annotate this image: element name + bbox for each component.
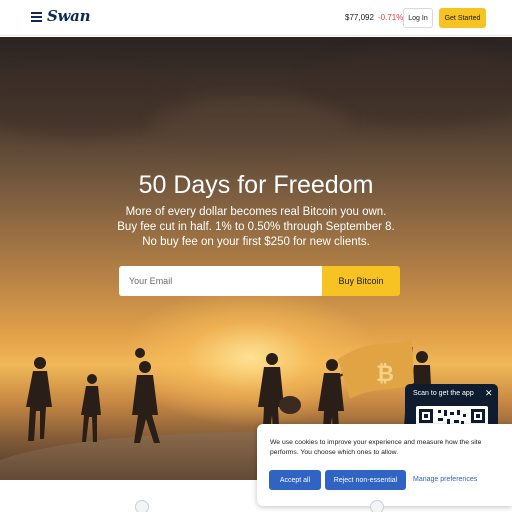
scan-label: Scan to get the app [413,390,474,397]
manage-preferences-link[interactable]: Manage preferences [413,476,477,483]
cookie-banner: We use cookies to improve your experienc… [257,424,512,506]
email-input[interactable] [119,266,322,296]
btc-price: $77,092 [345,13,374,22]
get-started-button[interactable]: Get Started [439,8,486,28]
hamburger-menu-icon[interactable] [31,12,42,23]
site-header: Swan $77,092 -0.71% Log In Get Started [0,0,512,36]
shield-icon [370,500,384,512]
btc-price-change: -0.71% [378,13,404,22]
accept-all-button[interactable]: Accept all [269,470,321,490]
buy-bitcoin-button[interactable]: Buy Bitcoin [322,266,400,296]
swan-logo[interactable]: Swan [47,7,90,25]
cloud-shape [150,97,350,147]
hero-subtitle-line: More of every dollar becomes real Bitcoi… [125,206,387,218]
feature-icon [135,500,149,512]
hero-subtitle-line: Buy fee cut in half. 1% to 0.50% through… [117,221,395,233]
reject-non-essential-button[interactable]: Reject non-essential [325,470,406,490]
cookie-message: We use cookies to improve your experienc… [270,439,482,456]
close-icon[interactable]: ✕ [485,388,493,399]
hero-subtitle-line: No buy fee on your first $250 for new cl… [142,236,370,248]
login-button[interactable]: Log In [403,8,433,28]
bitcoin-icon: ₿ [376,362,394,387]
walking-figures [26,348,160,443]
hero-title: 50 Days for Freedom [138,171,374,199]
